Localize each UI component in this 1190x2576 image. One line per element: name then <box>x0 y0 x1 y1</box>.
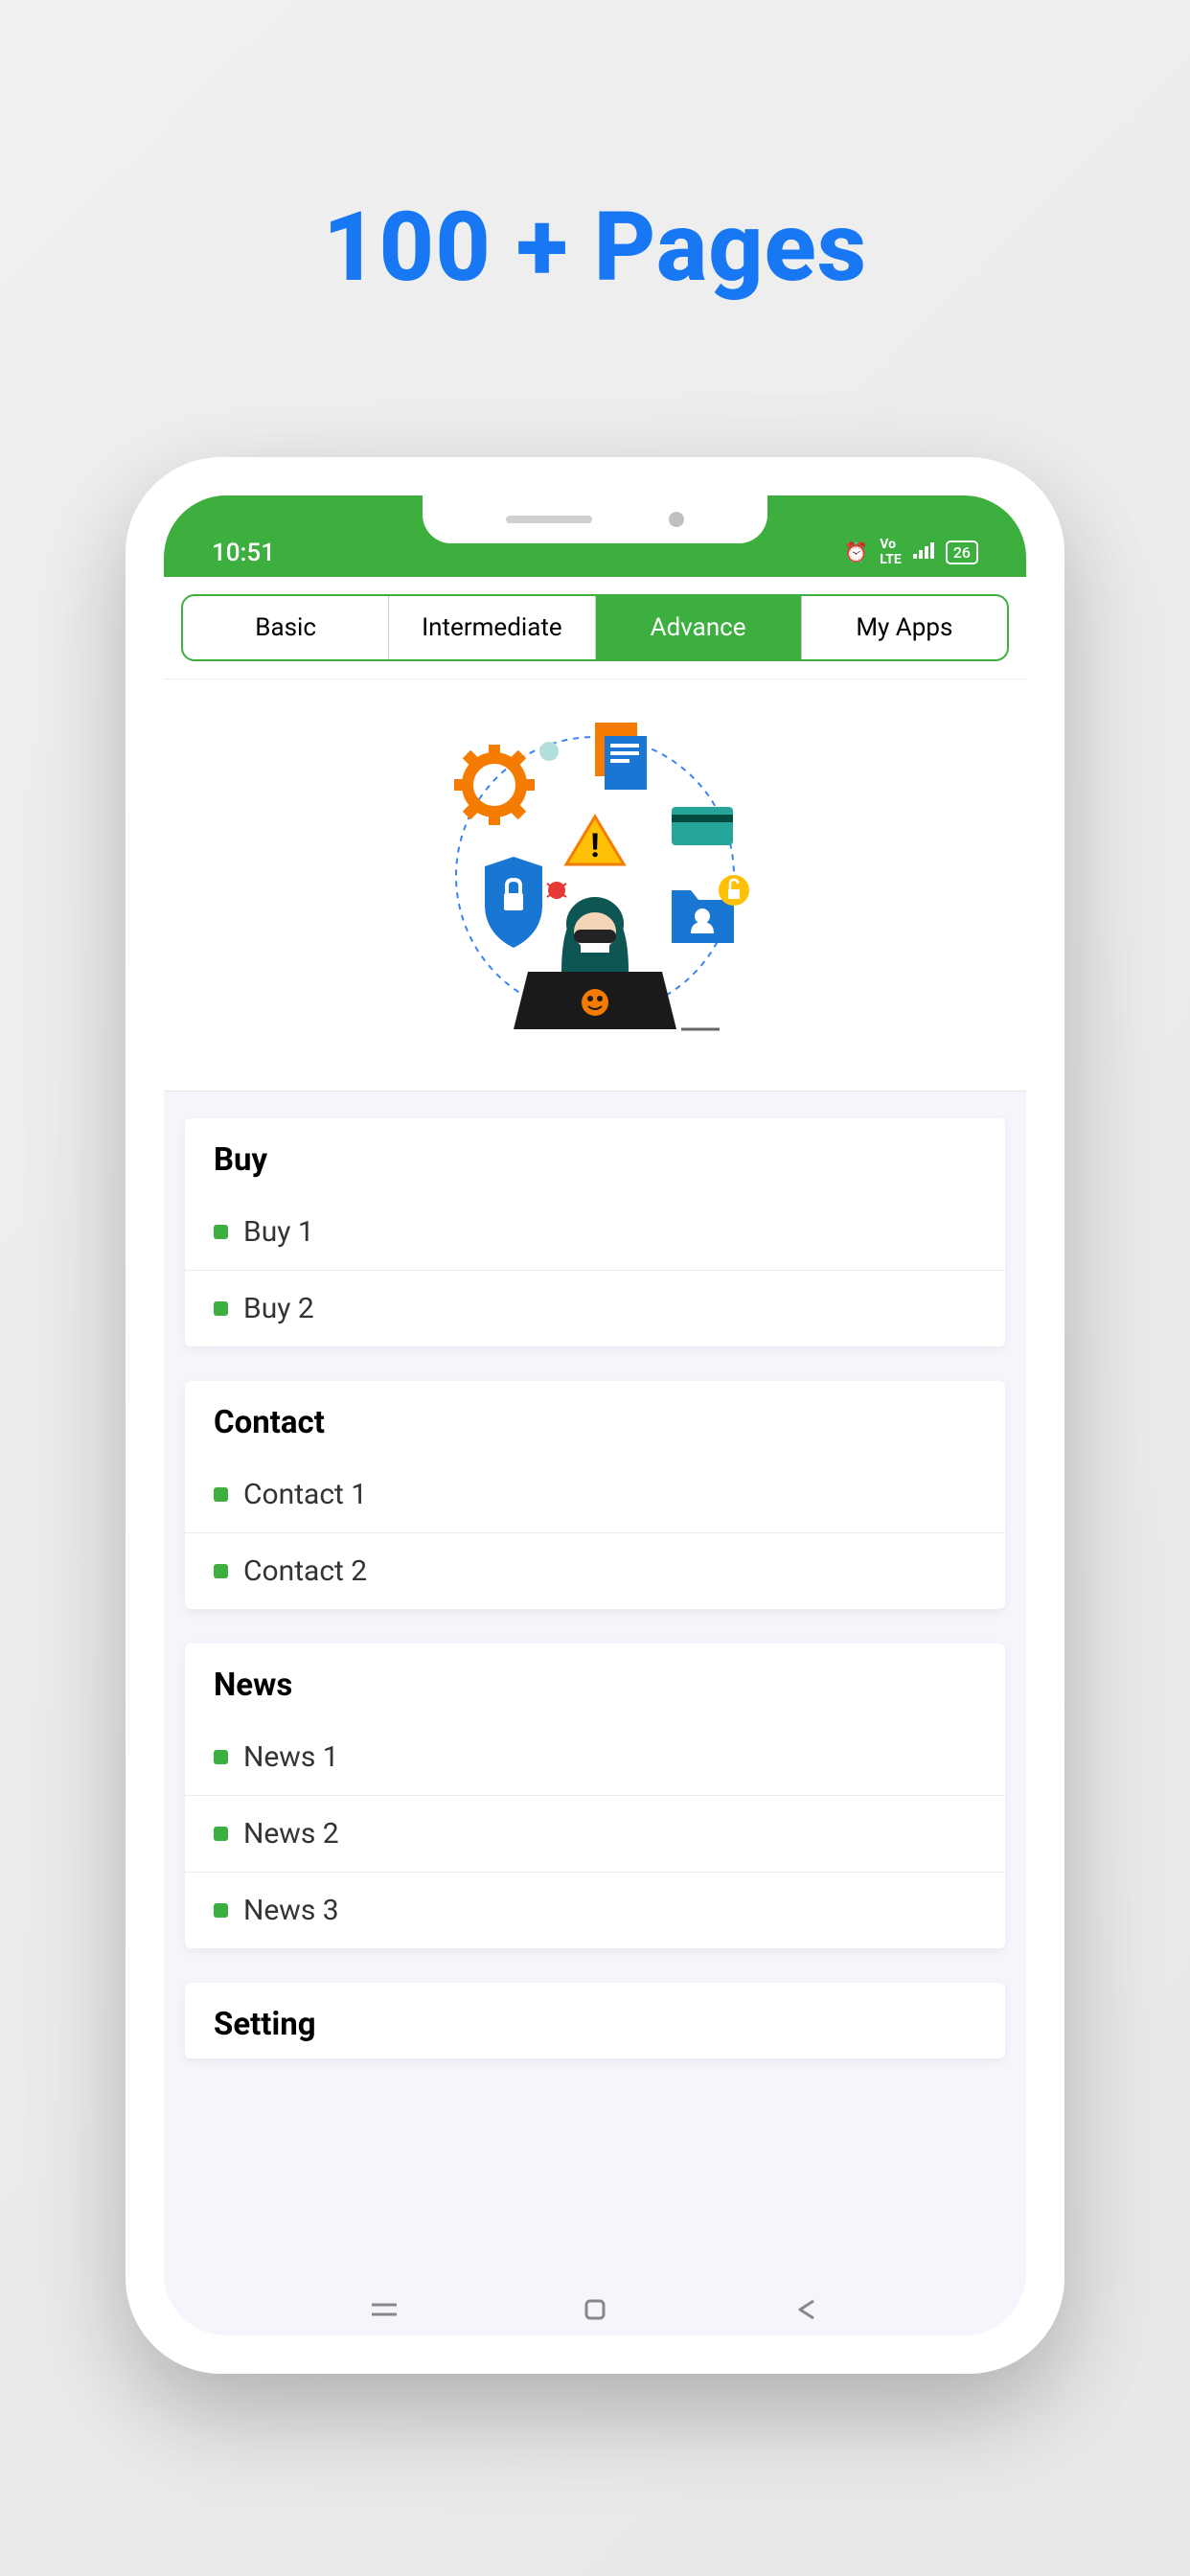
list-item-label: News 3 <box>243 1894 339 1927</box>
section-items: News 1 News 2 News 3 <box>185 1719 1005 1948</box>
recent-apps-icon[interactable] <box>365 2295 403 2324</box>
tab-advance[interactable]: Advance <box>596 596 802 659</box>
list-item[interactable]: Buy 1 <box>185 1194 1005 1271</box>
list-item-label: News 2 <box>243 1817 339 1851</box>
list-item-label: Contact 1 <box>243 1478 367 1511</box>
section-card-buy: Buy Buy 1 Buy 2 <box>185 1118 1005 1346</box>
tab-intermediate[interactable]: Intermediate <box>389 596 595 659</box>
bullet-icon <box>214 1301 228 1316</box>
tab-my-apps[interactable]: My Apps <box>802 596 1007 659</box>
section-title: Buy <box>185 1118 1005 1194</box>
phone-frame: 10:51 ⏰ VoLTE 26 BasicIntermediateAdvanc… <box>126 457 1064 2374</box>
android-nav-bar <box>164 2295 1026 2324</box>
list-item-label: Buy 1 <box>243 1215 314 1249</box>
list-item[interactable]: Buy 2 <box>185 1271 1005 1346</box>
home-icon[interactable] <box>576 2295 614 2324</box>
section-items: Buy 1 Buy 2 <box>185 1194 1005 1346</box>
bullet-icon <box>214 1564 228 1578</box>
section-items: Contact 1 Contact 2 <box>185 1457 1005 1609</box>
status-icons: ⏰ VoLTE 26 <box>844 537 978 567</box>
section-title: News <box>185 1644 1005 1719</box>
list-item[interactable]: Contact 2 <box>185 1533 1005 1609</box>
tabs-container: BasicIntermediateAdvanceMy Apps <box>164 577 1026 679</box>
battery-icon: 26 <box>946 540 978 564</box>
section-card-setting: Setting <box>185 1983 1005 2058</box>
hacker-illustration-icon: ! <box>403 703 787 1068</box>
status-time: 10:51 <box>212 539 275 567</box>
bullet-icon <box>214 1225 228 1239</box>
section-card-news: News News 1 News 2 News 3 <box>185 1644 1005 1948</box>
list-item[interactable]: News 3 <box>185 1873 1005 1948</box>
section-title: Contact <box>185 1381 1005 1457</box>
list-item[interactable]: News 2 <box>185 1796 1005 1873</box>
front-camera <box>669 512 684 527</box>
alarm-icon: ⏰ <box>844 540 868 564</box>
speaker-grill <box>506 516 592 523</box>
bullet-icon <box>214 1827 228 1841</box>
list-item-label: Buy 2 <box>243 1292 314 1325</box>
section-card-contact: Contact Contact 1 Contact 2 <box>185 1381 1005 1609</box>
tab-basic[interactable]: Basic <box>183 596 389 659</box>
section-title: Setting <box>185 1983 1005 2058</box>
bullet-icon <box>214 1750 228 1764</box>
bullet-icon <box>214 1903 228 1918</box>
phone-screen: 10:51 ⏰ VoLTE 26 BasicIntermediateAdvanc… <box>164 495 1026 2335</box>
phone-notch <box>423 495 767 543</box>
svg-text:!: ! <box>590 827 599 865</box>
page-headline: 100 + Pages <box>323 192 867 304</box>
list-item[interactable]: Contact 1 <box>185 1457 1005 1533</box>
volte-icon: VoLTE <box>880 537 902 567</box>
list-item-label: Contact 2 <box>243 1554 367 1588</box>
bullet-icon <box>214 1487 228 1502</box>
content-list[interactable]: Buy Buy 1 Buy 2 Contact Contact 1 Contact 2 Ne… <box>164 1092 1026 2335</box>
list-item[interactable]: News 1 <box>185 1719 1005 1796</box>
hero-illustration: ! <box>164 679 1026 1092</box>
status-bar: 10:51 ⏰ VoLTE 26 <box>164 495 1026 577</box>
back-icon[interactable] <box>787 2295 825 2324</box>
list-item-label: News 1 <box>243 1740 339 1774</box>
signal-icon <box>913 540 934 564</box>
segmented-tabs: BasicIntermediateAdvanceMy Apps <box>181 594 1009 661</box>
